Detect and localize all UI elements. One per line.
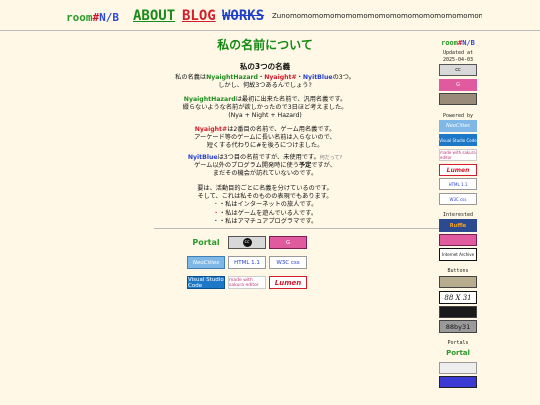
portal-badge-2[interactable] [439,362,477,374]
marquee-text: Zunomomomomomomomomomomomomomomomomomomo… [272,12,482,20]
logo-room: room [66,11,93,24]
sidebar-html-badge[interactable]: HTML 1.1 [439,178,477,190]
pink-badge[interactable] [439,234,477,246]
logo-nb: N/B [99,11,119,24]
ruffle-badge[interactable]: Ruffle [439,219,477,232]
button-badge-3[interactable] [439,306,477,318]
cc-badge[interactable]: cc [228,236,266,249]
portal-badge-3[interactable] [439,376,477,388]
intro-line-1: 私の名義はNyaightHazard・Nyaight#・NyitBlueの3つ。 [175,74,355,81]
interested-label: Interested [442,212,474,218]
button-badge-1[interactable] [439,276,477,288]
lumen-badge[interactable]: Lumen [269,276,307,289]
88by31-badge[interactable]: 88by31 [439,320,477,333]
html-badge[interactable]: HTML 1.1 [228,256,266,269]
paragraph-nyitblue: NyitBlueは3つ目の名前ですが、未使用です。何だって? ゲーム以外のプログ… [187,154,343,178]
content-divider [154,228,454,229]
site-header: room#N/B ABOUT BLOG WORKS Zunomomomomomo… [0,0,540,31]
sakura-editor-badge[interactable]: made with sakura editor [228,276,266,289]
sidebar-g-badge[interactable]: G [439,79,477,91]
cc-icon: cc [242,238,252,247]
portals-label: Portals [447,340,469,346]
paragraph-nyaighthazard: NyaightHazardは最初に出来た名前で、汎用名義です。 綴らないような名… [182,96,348,120]
g-badge[interactable]: G [269,236,307,249]
site-logo[interactable]: room#N/B [66,11,119,24]
intro-line-2: しかし、何故3つあるんでしょう? [218,82,312,90]
nav-blog-link[interactable]: BLOG [182,8,216,24]
sidebar-cc-badge[interactable]: cc [439,64,477,76]
vscode-badge[interactable]: Visual Studio Code [187,276,225,289]
updated-date: 2025-04-03 [442,57,474,63]
sidebar-neocities-badge[interactable]: NeoCities [439,120,477,132]
paragraph-summary: 要は、活動目的ごとに名義を分けているのです。 そして、これは私そのものの表現でも… [197,185,333,225]
page-title: 私の名前について [217,38,313,52]
nav-about-link[interactable]: ABOUT [133,8,175,24]
88x31-badge[interactable]: 88 X 31 [439,291,477,304]
main-content: 私の名前について 私の3つの名義 [150,34,380,72]
sidebar-vscode-badge[interactable]: Visual Studio Code [439,134,477,146]
powered-by-label: Powered by [442,113,474,119]
sidebar-logo[interactable]: room # N/B [439,38,477,48]
internet-archive-badge[interactable]: Internet Archive [439,248,477,261]
sidebar-sakura-badge[interactable]: made with sakura editor [439,149,477,161]
portal-badge[interactable]: Portal [187,236,225,249]
paragraph-nyaight: Nyaight#は2番目の名前で、ゲーム用名義です。 アーケード等のゲームに長い… [194,126,336,150]
css-badge[interactable]: W3C css [269,256,307,269]
paragraph-intro: 私の名義はNyaightHazard・Nyaight#・NyitBlueの3つ。… [150,74,380,90]
sidebar-portal-badge[interactable]: Portal [439,347,477,359]
updated-label: Updated at [442,50,474,56]
buttons-label: Buttons [447,268,469,274]
sidebar-css-badge[interactable]: W3C css [439,193,477,205]
neocities-badge[interactable]: NeoCities [187,256,225,269]
sidebar-lumen-badge[interactable]: Lumen [439,164,477,176]
sidebar-mini-badge[interactable] [439,93,477,105]
section-subtitle: 私の3つの名義 [239,62,291,71]
nav-works-link[interactable]: WORKS [222,8,264,24]
